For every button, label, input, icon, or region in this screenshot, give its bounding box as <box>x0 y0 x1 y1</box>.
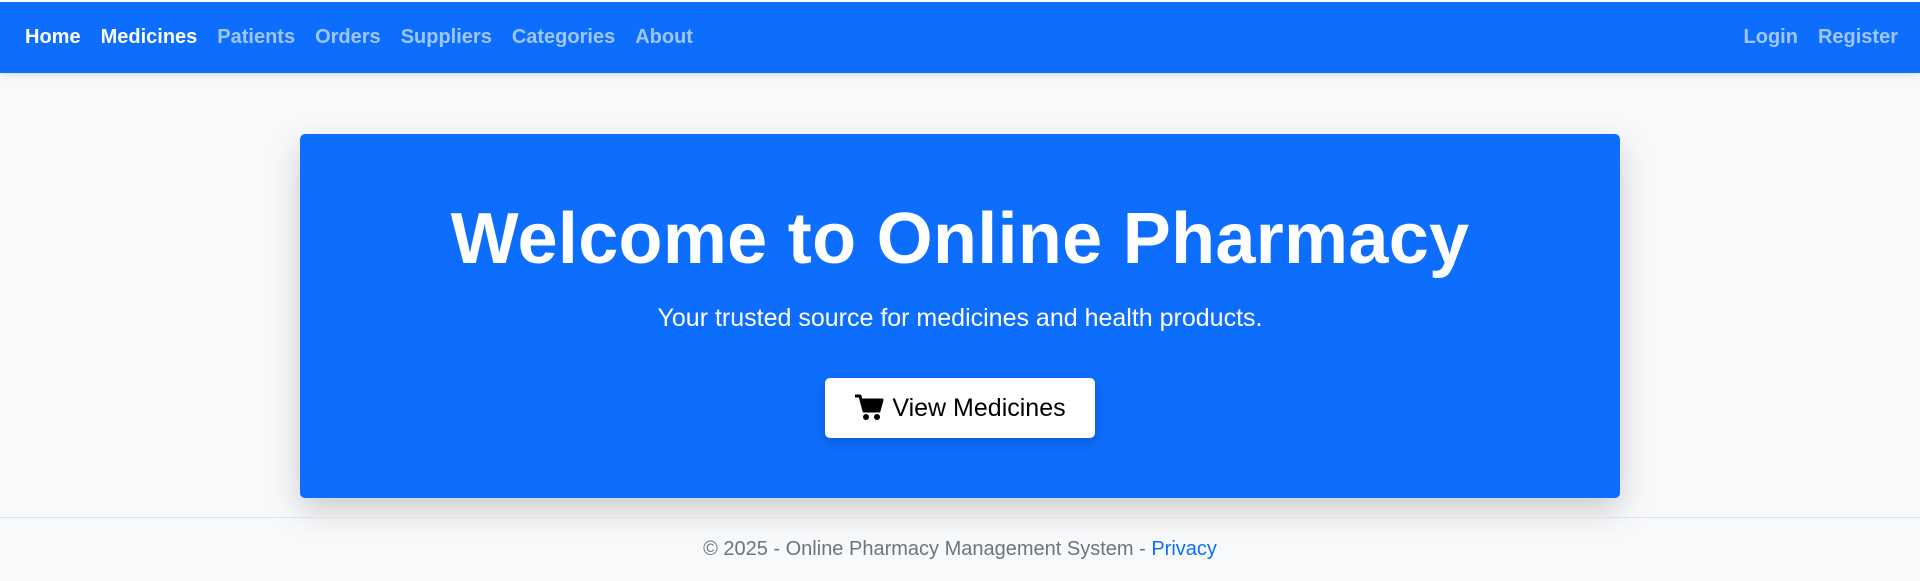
privacy-link[interactable]: Privacy <box>1151 538 1217 561</box>
nav-home-link[interactable]: Home <box>25 26 81 49</box>
nav-medicines-link[interactable]: Medicines <box>101 26 198 49</box>
login-link[interactable]: Login <box>1744 26 1798 49</box>
nav-suppliers-link[interactable]: Suppliers <box>401 26 492 49</box>
view-medicines-label: View Medicines <box>892 393 1066 422</box>
cart-icon <box>855 394 884 420</box>
nav-orders-link[interactable]: Orders <box>315 26 381 49</box>
footer: © 2025 - Online Pharmacy Management Syst… <box>0 517 1920 581</box>
nav-patients-link[interactable]: Patients <box>217 26 295 49</box>
footer-copyright: © 2025 - Online Pharmacy Management Syst… <box>703 538 1146 560</box>
hero-subtitle: Your trusted source for medicines and he… <box>657 304 1263 332</box>
register-link[interactable]: Register <box>1818 26 1898 49</box>
hero-title: Welcome to Online Pharmacy <box>450 199 1470 279</box>
view-medicines-button[interactable]: View Medicines <box>825 378 1095 438</box>
nav-auth-links: Login Register <box>1724 2 1898 73</box>
nav-links: Home Medicines Patients Orders Suppliers… <box>25 2 713 73</box>
nav-categories-link[interactable]: Categories <box>512 26 615 49</box>
nav-about-link[interactable]: About <box>635 26 693 49</box>
hero-banner: Welcome to Online Pharmacy Your trusted … <box>300 134 1620 498</box>
navbar: Home Medicines Patients Orders Suppliers… <box>0 2 1920 73</box>
